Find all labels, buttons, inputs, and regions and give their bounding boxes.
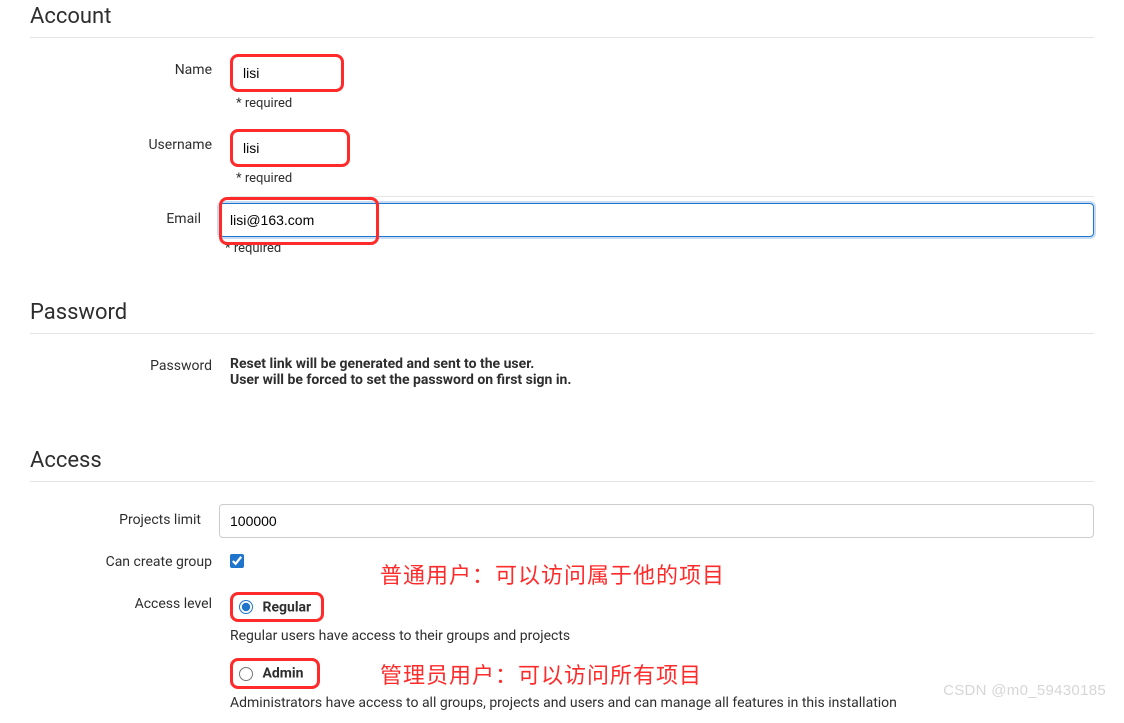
- name-input[interactable]: [233, 57, 337, 89]
- access-section-title: Access: [30, 444, 1094, 482]
- regular-annotation: 普通用户：可以访问属于他的项目: [380, 558, 725, 590]
- access-level-admin-radio[interactable]: [239, 667, 253, 681]
- projects-limit-input[interactable]: [219, 504, 1094, 538]
- projects-limit-label: Projects limit: [30, 504, 219, 528]
- access-level-label: Access level: [30, 592, 230, 612]
- name-label: Name: [30, 54, 230, 78]
- watermark: CSDN @m0_59430185: [943, 682, 1106, 699]
- username-help-text: * required: [236, 171, 1094, 186]
- email-label: Email: [30, 203, 219, 227]
- admin-annotation: 管理员用户：可以访问所有项目: [380, 658, 702, 690]
- access-level-regular-label: Regular: [262, 599, 311, 615]
- password-info-line1: Reset link will be generated and sent to…: [230, 356, 1094, 372]
- can-create-group-label: Can create group: [30, 554, 230, 570]
- password-label: Password: [30, 356, 230, 374]
- password-section-title: Password: [30, 296, 1094, 334]
- account-section-title: Account: [30, 0, 1094, 38]
- regular-desc-text: Regular users have access to their group…: [230, 628, 1094, 644]
- username-input[interactable]: [233, 132, 337, 164]
- can-create-group-checkbox[interactable]: [230, 554, 244, 568]
- access-level-regular-radio[interactable]: [239, 600, 253, 614]
- username-label: Username: [30, 129, 230, 153]
- access-level-admin-label: Admin: [262, 666, 303, 682]
- name-help-text: * required: [236, 96, 1094, 111]
- email-help-text: * required: [225, 241, 1094, 256]
- password-info-line2: User will be forced to set the password …: [230, 372, 1094, 388]
- email-input[interactable]: [219, 203, 1094, 237]
